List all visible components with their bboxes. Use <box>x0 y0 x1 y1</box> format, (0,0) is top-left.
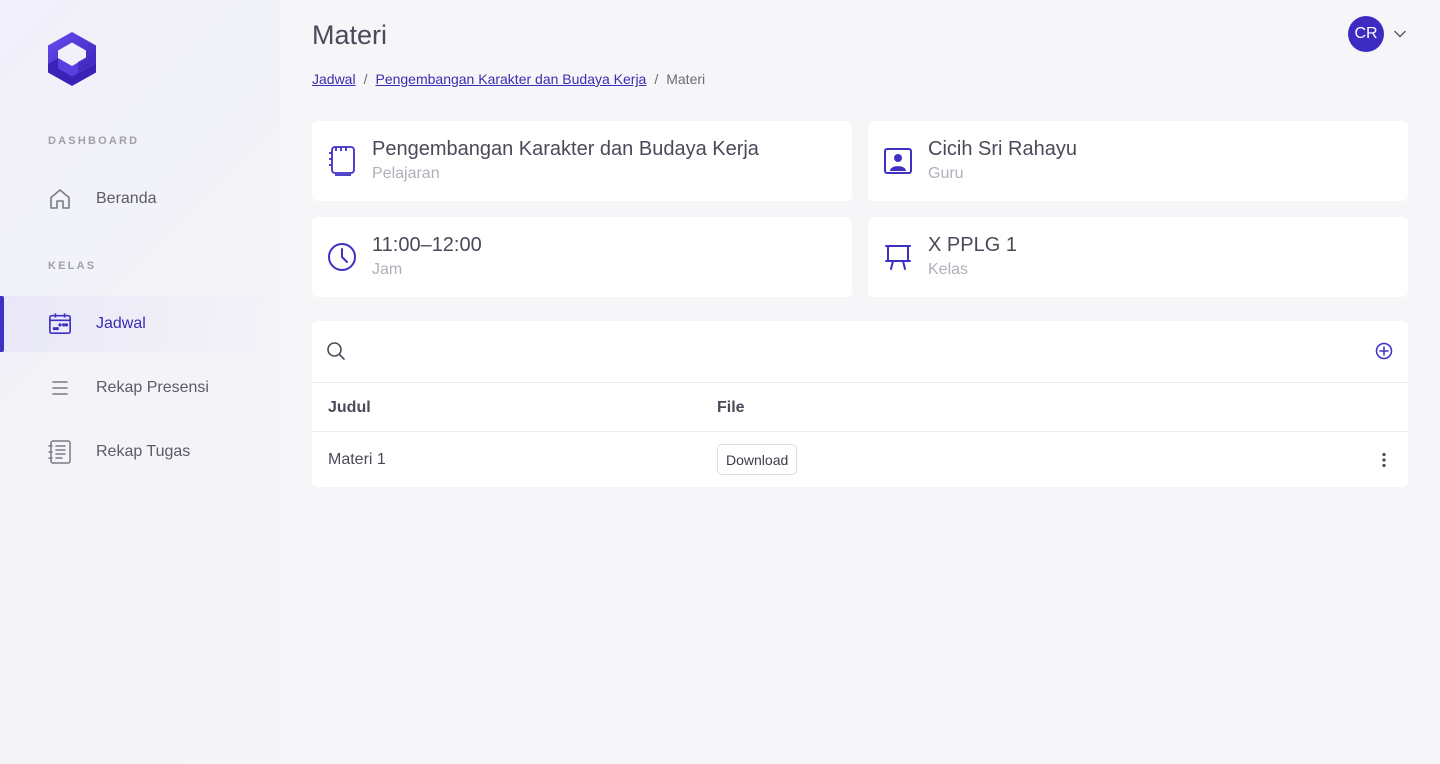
breadcrumb-link-jadwal[interactable]: Jadwal <box>312 71 356 87</box>
info-card-label: Guru <box>928 165 964 182</box>
sidebar-item-label: Rekap Tugas <box>96 443 191 460</box>
sidebar-item-rekap-presensi[interactable]: Rekap Presensi <box>0 360 280 416</box>
add-circle-icon[interactable] <box>1374 341 1394 361</box>
notebook-icon <box>326 145 358 177</box>
clock-icon <box>326 241 358 273</box>
easel-icon <box>882 241 914 273</box>
column-header-judul: Judul <box>328 399 371 416</box>
search-input[interactable] <box>360 337 1340 367</box>
breadcrumb-link-pelajaran[interactable]: Pengembangan Karakter dan Budaya Kerja <box>375 71 646 87</box>
list-icon <box>48 376 72 400</box>
sidebar: DASHBOARD Beranda KELAS Jadwal Rekap Pre… <box>0 0 280 764</box>
materi-table-card: Judul File Materi 1 Download <box>312 321 1408 487</box>
sidebar-item-label: Jadwal <box>96 315 146 332</box>
search-icon <box>326 341 348 363</box>
sidebar-item-rekap-tugas[interactable]: Rekap Tugas <box>0 424 280 480</box>
info-card-pelajaran: Pengembangan Karakter dan Budaya Kerja P… <box>312 121 852 201</box>
info-card-value: 11:00–12:00 <box>372 234 482 256</box>
info-card-guru: Cicih Sri Rahayu Guru <box>868 121 1408 201</box>
breadcrumb-current: Materi <box>666 71 706 87</box>
page-title: Materi <box>312 20 388 50</box>
table-row: Materi 1 Download <box>312 432 1408 487</box>
info-card-value: Cicih Sri Rahayu <box>928 138 1077 160</box>
document-list-icon <box>48 440 72 464</box>
sidebar-item-label: Beranda <box>96 190 157 207</box>
section-label-dashboard: DASHBOARD <box>48 135 140 147</box>
section-label-kelas: KELAS <box>48 260 97 272</box>
chevron-down-icon[interactable] <box>1393 27 1407 41</box>
breadcrumb-separator: / <box>363 71 368 87</box>
breadcrumb: Jadwal / Pengembangan Karakter dan Buday… <box>312 71 705 87</box>
info-card-label: Kelas <box>928 261 969 278</box>
calendar-icon <box>48 312 72 336</box>
breadcrumb-separator: / <box>654 71 659 87</box>
info-card-label: Pelajaran <box>372 165 440 182</box>
avatar[interactable]: CR <box>1348 16 1384 52</box>
cell-judul: Materi 1 <box>328 451 386 468</box>
column-header-file: File <box>717 399 745 416</box>
more-options-icon[interactable] <box>1374 449 1394 471</box>
home-icon <box>48 187 72 211</box>
download-button[interactable]: Download <box>717 444 798 475</box>
user-board-icon <box>882 145 914 177</box>
sidebar-item-beranda[interactable]: Beranda <box>0 171 280 227</box>
app-logo[interactable] <box>48 32 96 86</box>
info-card-kelas: X PPLG 1 Kelas <box>868 217 1408 297</box>
info-card-label: Jam <box>372 261 403 278</box>
sidebar-item-label: Rekap Presensi <box>96 379 209 396</box>
info-card-value: X PPLG 1 <box>928 234 1017 256</box>
search-bar <box>312 321 1408 383</box>
sidebar-item-jadwal[interactable]: Jadwal <box>0 296 280 352</box>
table-header: Judul File <box>312 383 1408 432</box>
info-card-jam: 11:00–12:00 Jam <box>312 217 852 297</box>
info-card-value: Pengembangan Karakter dan Budaya Kerja <box>372 138 759 160</box>
